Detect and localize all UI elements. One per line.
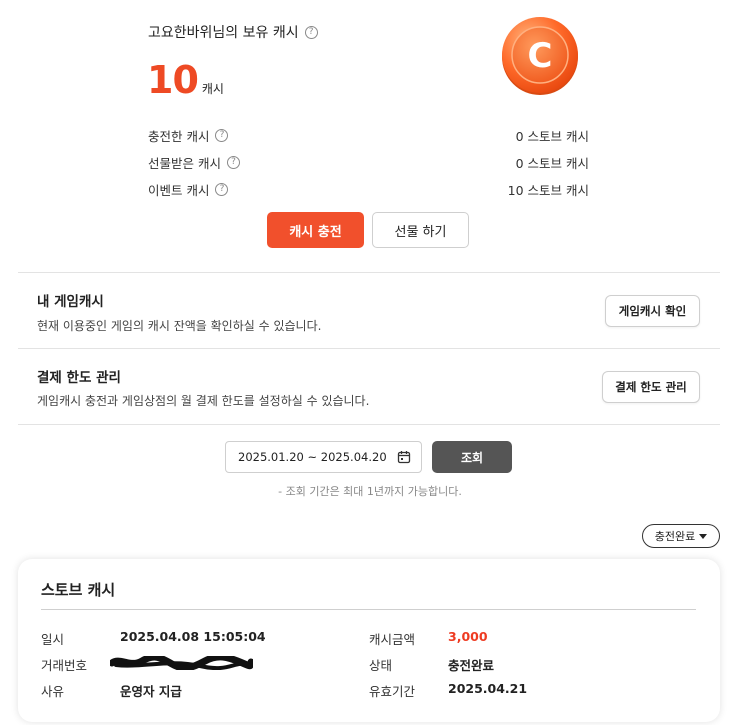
amount-label: 캐시금액 (369, 632, 416, 647)
cash-charge-button[interactable]: 캐시 충전 (267, 212, 364, 248)
cash-row-value: 10 스토브 캐시 (507, 183, 589, 198)
game-cash-title: 내 게임캐시 (37, 294, 104, 310)
query-period-note: - 조회 기간은 최대 1년까지 가능합니다. (278, 485, 462, 498)
reason-value: 운영자 지급 (120, 684, 182, 699)
status-filter-dropdown[interactable]: 충전완료 (642, 524, 720, 548)
cash-history-card: 스토브 캐시 일시 2025.04.08 15:05:04 거래번호 사유 운영… (18, 559, 720, 722)
help-icon[interactable]: ? (226, 156, 240, 169)
coin-letter: C (528, 36, 553, 76)
amount-value: 3,000 (448, 629, 488, 644)
caret-down-icon (699, 533, 708, 539)
game-cash-desc: 현재 이용중인 게임의 캐시 잔액을 확인하실 수 있습니다. (37, 319, 322, 333)
date-label: 일시 (41, 632, 65, 647)
payment-limit-button[interactable]: 결제 한도 관리 (602, 371, 700, 403)
payment-limit-title: 결제 한도 관리 (37, 370, 121, 386)
cash-row-charged: 충전한 캐시 ? 0 스토브 캐시 (148, 122, 589, 149)
status-filter-value: 충전완료 (654, 530, 696, 543)
reason-label: 사유 (41, 684, 65, 699)
payment-limit-desc: 게임캐시 충전과 게임상점의 월 결제 한도를 설정하실 수 있습니다. (37, 394, 370, 408)
gift-button[interactable]: 선물 하기 (372, 212, 469, 248)
expiry-label: 유효기간 (369, 684, 416, 699)
transaction-number-label: 거래번호 (41, 658, 88, 673)
help-icon[interactable]: ? (215, 129, 229, 142)
owner-title-text: 고요한바위님의 보유 캐시 (148, 25, 299, 41)
help-icon[interactable]: ? (304, 25, 318, 39)
cash-balance: 10 캐시 (147, 58, 224, 102)
cash-owner-title: 고요한바위님의 보유 캐시 ? (148, 22, 318, 42)
divider (18, 348, 720, 349)
status-value: 충전완료 (448, 658, 495, 673)
date-range-field[interactable]: 2025.01.20 ~ 2025.04.20 (225, 441, 422, 473)
balance-amount: 10 (147, 58, 199, 102)
balance-unit: 캐시 (201, 82, 224, 96)
date-range-value: 2025.01.20 ~ 2025.04.20 (238, 450, 387, 464)
query-button[interactable]: 조회 (432, 441, 512, 473)
card-title: 스토브 캐시 (41, 581, 116, 599)
cash-row-gifted: 선물받은 캐시 ? 0 스토브 캐시 (148, 149, 589, 176)
help-icon[interactable]: ? (215, 183, 229, 196)
divider (41, 609, 696, 610)
date-value: 2025.04.08 15:05:04 (120, 629, 266, 644)
cash-row-value: 0 스토브 캐시 (515, 129, 589, 144)
cash-row-label: 이벤트 캐시 (148, 183, 210, 198)
game-cash-check-button[interactable]: 게임캐시 확인 (605, 295, 700, 327)
status-label: 상태 (369, 658, 393, 673)
cash-row-event: 이벤트 캐시 ? 10 스토브 캐시 (148, 176, 589, 203)
divider (18, 424, 720, 425)
divider (18, 272, 720, 273)
cash-breakdown: 충전한 캐시 ? 0 스토브 캐시 선물받은 캐시 ? 0 스토브 캐시 이벤트… (148, 122, 589, 203)
cash-row-value: 0 스토브 캐시 (515, 156, 589, 171)
transaction-number-redacted (110, 656, 253, 670)
expiry-value: 2025.04.21 (448, 681, 528, 696)
cash-row-label: 충전한 캐시 (148, 129, 210, 144)
cash-coin-icon: C (502, 17, 578, 95)
cash-row-label: 선물받은 캐시 (148, 156, 221, 171)
calendar-icon[interactable] (397, 450, 411, 464)
